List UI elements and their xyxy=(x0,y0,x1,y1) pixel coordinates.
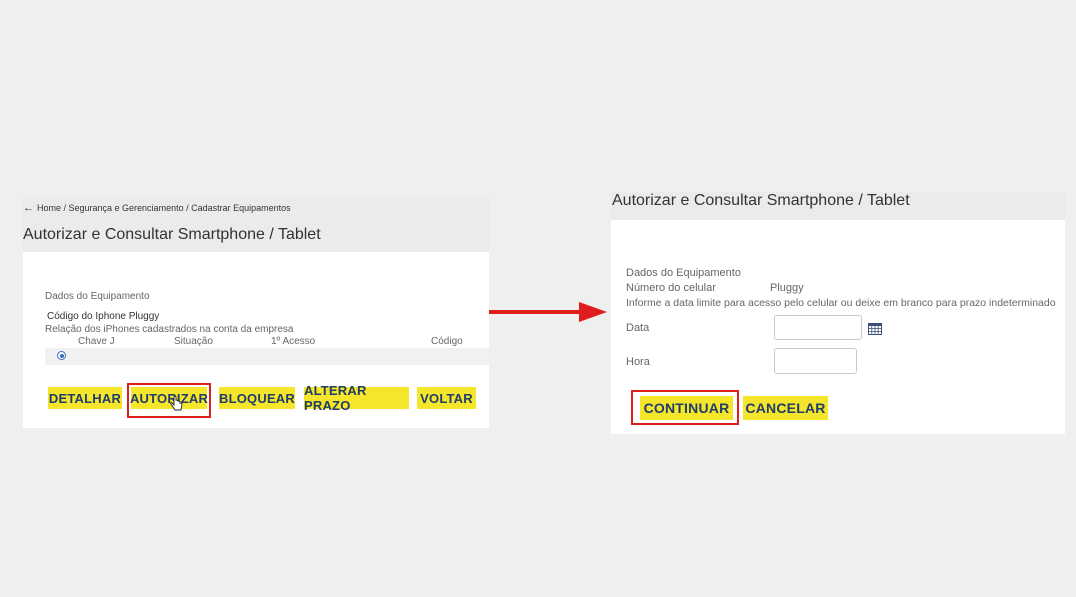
col-primeiro-acesso: 1º Acesso xyxy=(271,336,316,347)
date-label: Data xyxy=(626,322,650,334)
col-codigo: Código xyxy=(431,336,463,347)
table-header: Chave J Situação 1º Acesso Código xyxy=(45,335,489,347)
table-row[interactable] xyxy=(45,348,489,365)
instruction-text: Informe a data limite para acesso pelo c… xyxy=(626,297,1056,309)
continuar-highlight xyxy=(631,390,739,425)
voltar-button[interactable]: VOLTAR xyxy=(417,387,476,409)
time-input[interactable] xyxy=(774,348,857,374)
cancelar-button[interactable]: CANCELAR xyxy=(743,396,828,420)
bloquear-button[interactable]: BLOQUEAR xyxy=(219,387,295,409)
time-label: Hora xyxy=(626,356,650,368)
phone-label: Número do celular xyxy=(626,282,716,294)
hand-cursor-icon xyxy=(170,396,183,411)
device-code-label: Código do Iphone Pluggy xyxy=(47,311,160,322)
date-input[interactable] xyxy=(774,315,862,340)
row-radio[interactable] xyxy=(57,351,66,360)
col-situacao: Situação xyxy=(174,336,213,347)
arrow-icon xyxy=(489,302,607,322)
back-arrow-icon[interactable]: ← xyxy=(23,202,34,214)
col-chave: Chave J xyxy=(78,336,115,347)
phone-value: Pluggy xyxy=(770,282,804,294)
right-section-label: Dados do Equipamento xyxy=(626,267,741,279)
detalhar-button[interactable]: DETALHAR xyxy=(48,387,122,409)
breadcrumb[interactable]: Home / Segurança e Gerenciamento / Cadas… xyxy=(37,203,291,213)
autorizar-highlight xyxy=(127,383,211,418)
relation-label: Relação dos iPhones cadastrados na conta… xyxy=(45,324,294,335)
calendar-icon[interactable] xyxy=(868,323,882,335)
alterar-prazo-button[interactable]: ALTERAR PRAZO xyxy=(304,383,409,413)
section-label: Dados do Equipamento xyxy=(45,291,150,302)
page-title: Autorizar e Consultar Smartphone / Table… xyxy=(23,226,321,243)
right-page-title: Autorizar e Consultar Smartphone / Table… xyxy=(612,192,910,209)
